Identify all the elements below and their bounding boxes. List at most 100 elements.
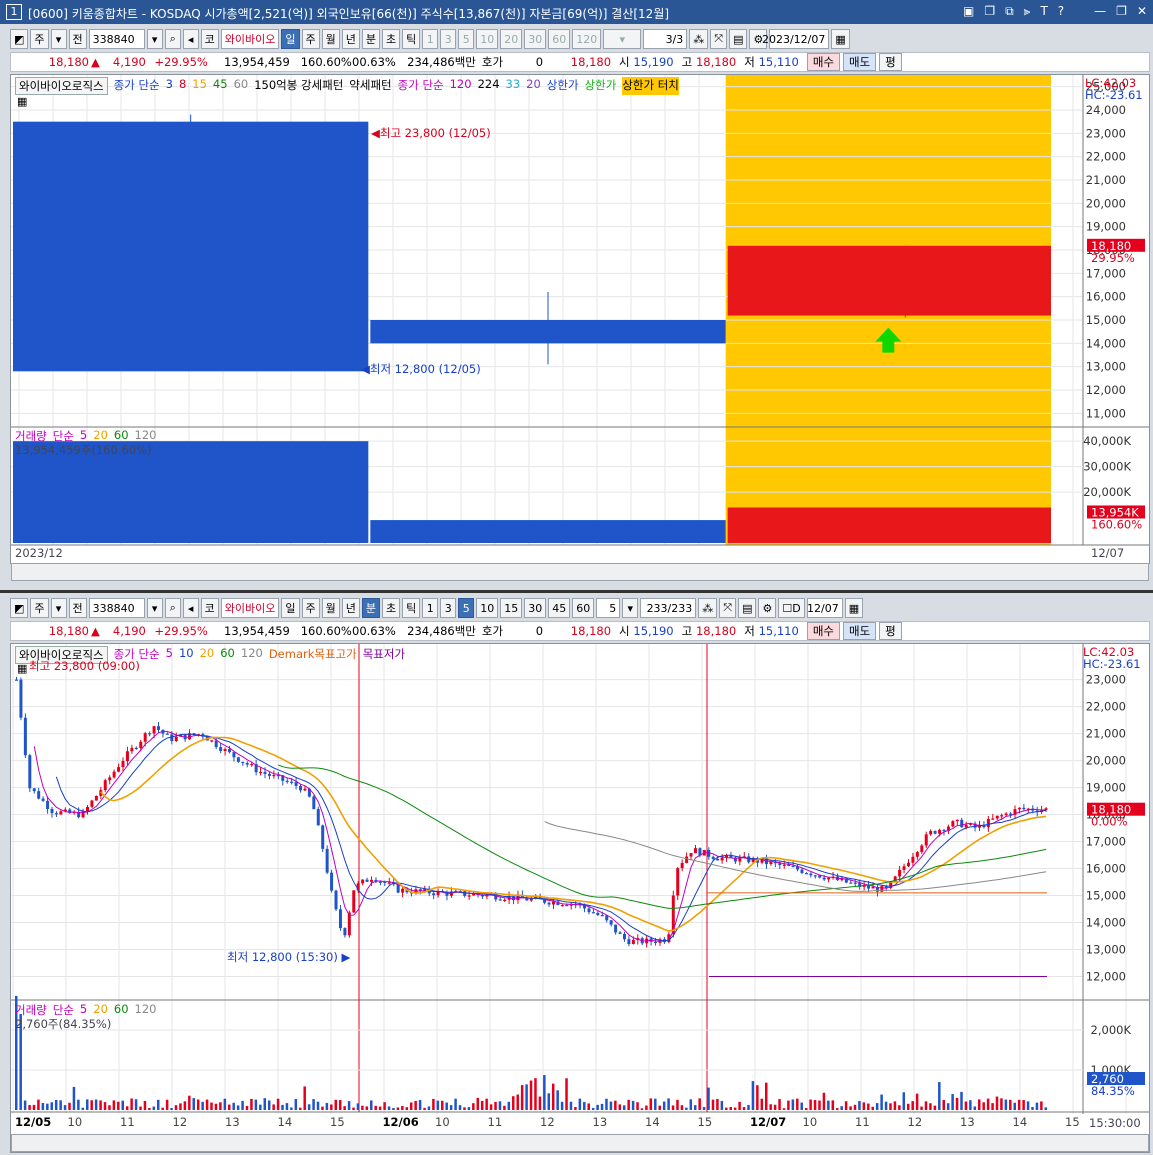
num-10[interactable]: 10	[476, 29, 499, 49]
pin-icon[interactable]: ⫸	[1024, 4, 1031, 19]
bottom-scrollbar[interactable]	[11, 1134, 1149, 1152]
table-icon-2[interactable]: ▦	[17, 662, 27, 675]
top-indicator-name[interactable]: 와이바이오로직스	[15, 77, 108, 95]
bottom-price-chart[interactable]: 23,00022,00021,00020,00019,00018,00017,0…	[11, 644, 1149, 1134]
sell-button[interactable]: 매도	[842, 53, 877, 71]
date-input[interactable]: 2023/12/07	[762, 29, 830, 49]
period-tick[interactable]: 틱	[402, 29, 421, 49]
search-icon-2[interactable]: ⌕	[164, 598, 181, 618]
num-20[interactable]: 20	[500, 29, 523, 49]
compare-icon-2[interactable]: ⁂	[698, 598, 718, 618]
close-icon[interactable]: ✕	[1137, 4, 1147, 19]
chevron-down-icon[interactable]: ▾	[146, 29, 163, 49]
dropdown-icon[interactable]: ▾	[50, 29, 67, 49]
period-tick-2[interactable]: 틱	[402, 598, 421, 618]
avg-button-2[interactable]: 평	[879, 622, 902, 640]
crosshair-icon-2[interactable]: ⤧	[719, 598, 737, 618]
num2-3[interactable]: 3	[440, 598, 457, 618]
volume-bar	[778, 1099, 781, 1110]
dropdown-icon-2[interactable]: ▾	[50, 598, 67, 618]
tile-icon[interactable]: ⧉	[1005, 4, 1014, 19]
count-display-2[interactable]: 233/233	[640, 598, 697, 618]
x-tick-label: 13	[225, 1115, 240, 1129]
code-input-2[interactable]: 338840	[88, 598, 145, 618]
search-icon[interactable]: ⌕	[164, 29, 181, 49]
num2-30[interactable]: 30	[524, 598, 547, 618]
type2-select-2[interactable]: 전	[68, 598, 87, 618]
code-input[interactable]: 338840	[88, 29, 145, 49]
num2-5[interactable]: 5	[458, 598, 475, 618]
save-icon-2[interactable]: ▤	[738, 598, 757, 618]
num2-60[interactable]: 60	[572, 598, 595, 618]
panel-divider[interactable]	[0, 590, 1153, 593]
interval-dropdown-icon[interactable]: ▾	[622, 598, 639, 618]
period-month-2[interactable]: 월	[321, 598, 340, 618]
help-icon[interactable]: ?	[1058, 4, 1064, 19]
period-day[interactable]: 일	[281, 29, 300, 49]
chart-settings-icon-2[interactable]: ◩	[10, 598, 29, 618]
top-scrollbar[interactable]	[11, 563, 1149, 581]
num2-15[interactable]: 15	[500, 598, 523, 618]
avg-button[interactable]: 평	[879, 53, 902, 71]
crosshair-icon[interactable]: ⤧	[710, 29, 728, 49]
type1-select[interactable]: 주	[30, 29, 49, 49]
period-month[interactable]: 월	[321, 29, 340, 49]
compare-icon[interactable]: ⁂	[689, 29, 709, 49]
period-year[interactable]: 년	[341, 29, 360, 49]
interval-select[interactable]: ▾	[603, 29, 642, 49]
calendar-icon-2[interactable]: ▦	[844, 598, 864, 618]
chevron-down-icon-2[interactable]: ▾	[146, 598, 163, 618]
period-minute[interactable]: 분	[361, 29, 381, 49]
num2-45[interactable]: 45	[548, 598, 571, 618]
num-1[interactable]: 1	[422, 29, 439, 49]
buy-button[interactable]: 매수	[806, 53, 840, 71]
checkbox-d[interactable]: ☐D	[778, 598, 805, 618]
layout-icon[interactable]: ▣	[963, 4, 974, 19]
gear-icon-2[interactable]: ⚙	[758, 598, 777, 618]
period-year-2[interactable]: 년	[341, 598, 360, 618]
speaker-icon[interactable]: ◂	[182, 29, 199, 49]
volume-bar	[942, 1099, 945, 1110]
minimize-icon[interactable]: —	[1094, 4, 1106, 19]
table-icon[interactable]: ▦	[17, 95, 27, 108]
stock-name-2[interactable]: 와이바이오	[220, 598, 280, 618]
date-input-2[interactable]: 12/07	[806, 598, 843, 618]
num2-10[interactable]: 10	[476, 598, 499, 618]
speaker-icon-2[interactable]: ◂	[182, 598, 199, 618]
period-week-2[interactable]: 주	[301, 598, 320, 618]
num-30[interactable]: 30	[524, 29, 547, 49]
save-icon[interactable]: ▤	[729, 29, 748, 49]
restore-icon[interactable]: ❐	[1116, 4, 1127, 19]
market-label-2[interactable]: 코	[200, 598, 219, 618]
period-second-2[interactable]: 초	[382, 598, 401, 618]
num2-1[interactable]: 1	[422, 598, 439, 618]
sell-button-2[interactable]: 매도	[842, 622, 877, 640]
volume-bar	[631, 1100, 635, 1110]
num-5[interactable]: 5	[458, 29, 475, 49]
num-60[interactable]: 60	[548, 29, 571, 49]
market-label[interactable]: 코	[200, 29, 219, 49]
type1-select-2[interactable]: 주	[30, 598, 49, 618]
period-week[interactable]: 주	[301, 29, 320, 49]
buy-button-2[interactable]: 매수	[806, 622, 840, 640]
top-price-chart[interactable]: 25,00024,00023,00022,00021,00020,00019,0…	[11, 75, 1149, 563]
text-icon[interactable]: T	[1040, 4, 1047, 19]
stock-name[interactable]: 와이바이오	[220, 29, 280, 49]
candle-body	[50, 809, 54, 814]
period-second[interactable]: 초	[382, 29, 401, 49]
bottom-vol-value: 2,760주(84.35%)	[15, 1017, 112, 1031]
copy-icon[interactable]: ❐	[984, 4, 995, 19]
num-120[interactable]: 120	[572, 29, 602, 49]
count-display[interactable]: 3/3	[643, 29, 688, 49]
type2-select[interactable]: 전	[68, 29, 87, 49]
candle-body	[827, 877, 831, 880]
period-minute-2[interactable]: 분	[361, 598, 381, 618]
calendar-icon[interactable]: ▦	[831, 29, 850, 49]
chart-settings-icon[interactable]: ◩	[10, 29, 29, 49]
top-chart-panel[interactable]: 25,000 24,000 23,000 22,000 21,000 20,000 19,0…	[10, 74, 1150, 581]
candle-body	[618, 932, 622, 934]
period-day-2[interactable]: 일	[281, 598, 300, 618]
num-3[interactable]: 3	[440, 29, 457, 49]
bottom-chart-panel[interactable]: 23,00022,00021,00020,00019,00018,00017,0…	[10, 643, 1150, 1153]
interval-input[interactable]: 5	[596, 598, 621, 618]
